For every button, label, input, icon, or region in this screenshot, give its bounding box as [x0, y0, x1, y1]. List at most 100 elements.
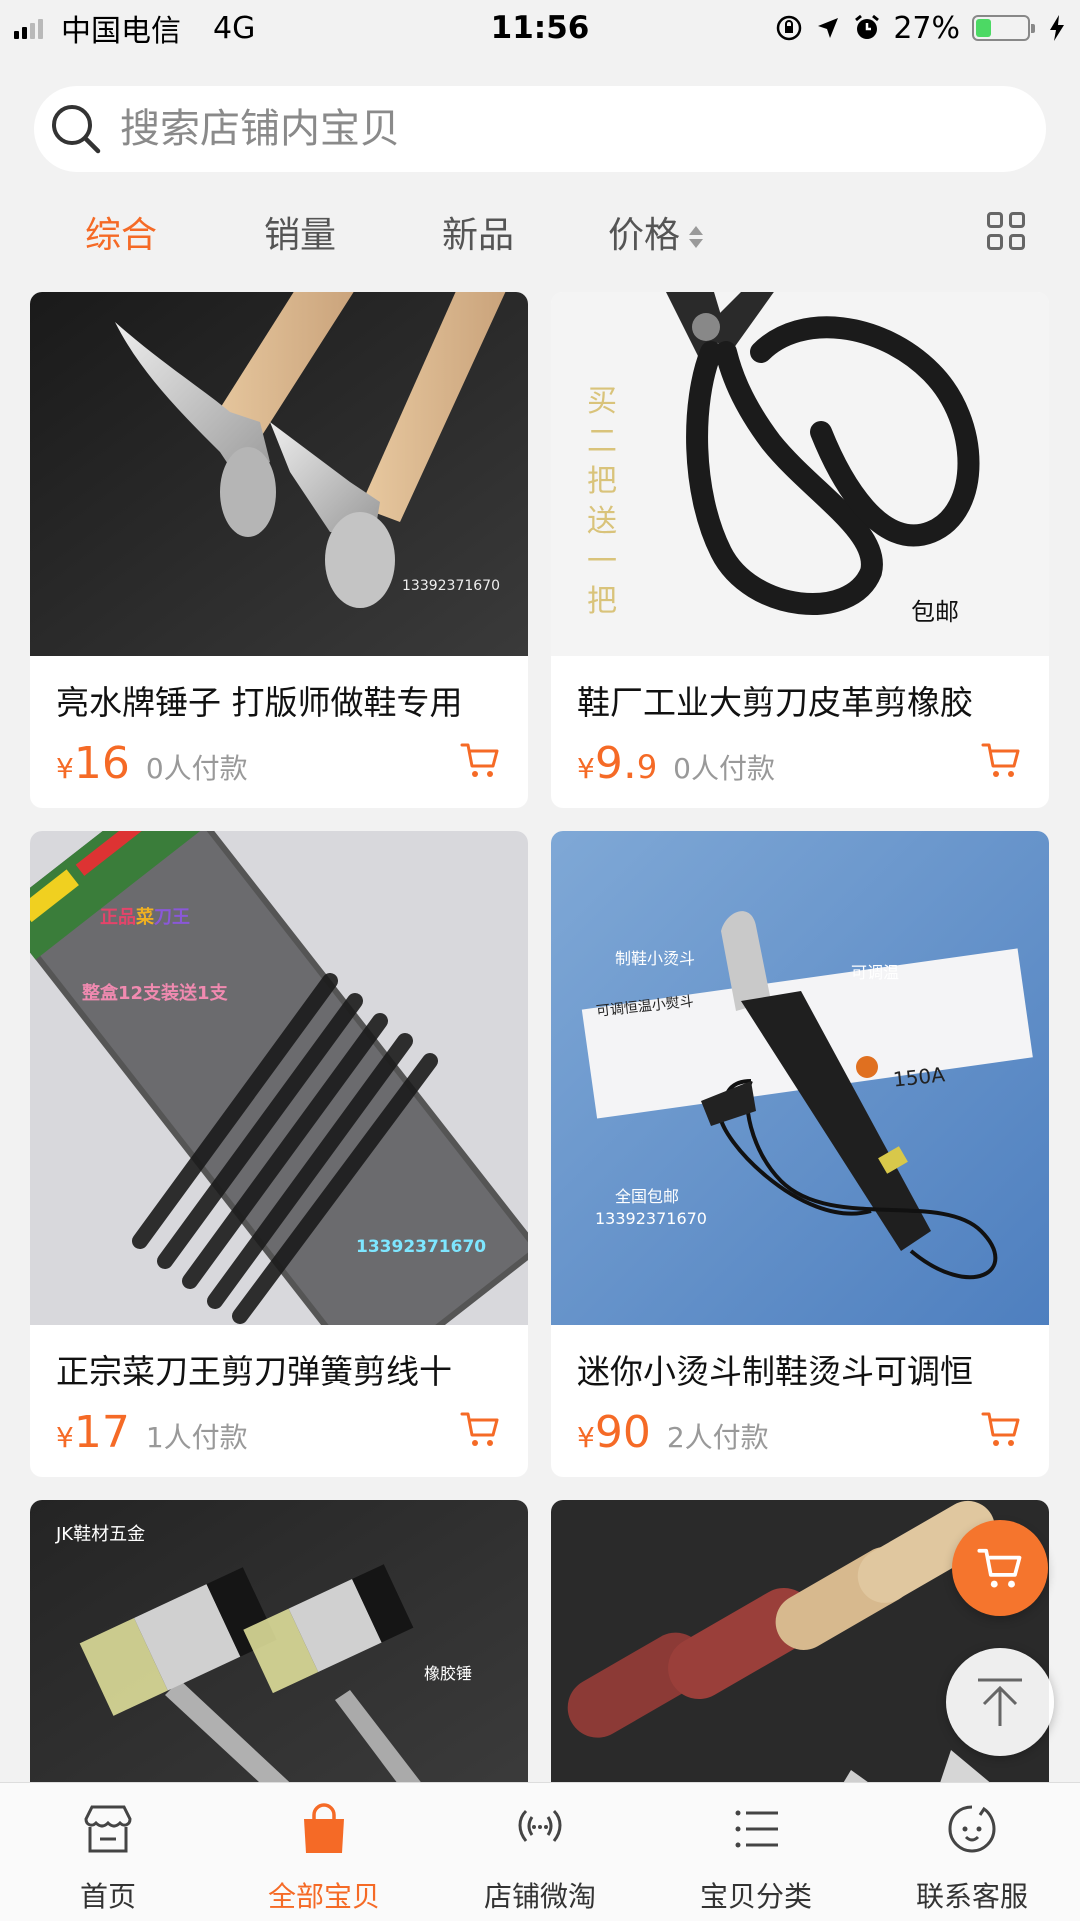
- tab-new[interactable]: 新品: [442, 206, 514, 258]
- network-type: 4G: [213, 10, 256, 46]
- image-caption: 整盒12支装送1支: [82, 983, 228, 1004]
- rotation-lock-icon: [777, 15, 802, 41]
- product-image[interactable]: JK鞋材五金 橡胶锤: [30, 1500, 528, 1782]
- image-caption: 全国包邮: [615, 1187, 680, 1206]
- sort-tabs: 综合 销量 新品 价格: [0, 196, 1080, 266]
- product-title[interactable]: 亮水牌锤子 打版师做鞋专用: [56, 676, 463, 724]
- price-row: ¥ 90 2人付款: [577, 1407, 769, 1458]
- promo-char: 把: [587, 464, 617, 499]
- caption-part: 刀王: [154, 907, 190, 928]
- product-image[interactable]: 买 二 把 送 一 把 包邮: [551, 292, 1049, 656]
- sort-arrows-icon: [688, 224, 704, 250]
- grid-layout-icon[interactable]: [987, 212, 1027, 252]
- status-bar: 中国电信 4G 11:56 27%: [0, 0, 1080, 56]
- promo-char: 一: [587, 544, 617, 579]
- shopping-bag-icon: [304, 1803, 344, 1853]
- currency-symbol: ¥: [56, 1421, 74, 1454]
- product-price: 9.9: [595, 738, 657, 789]
- image-caption: 制鞋小烫斗: [615, 949, 696, 968]
- product-card[interactable]: 正品菜刀王 整盒12支装送1支 13392371670 正宗菜刀王剪刀弹簧剪线十…: [30, 831, 528, 1477]
- price-integer: 17: [73, 1407, 130, 1458]
- bottom-tab-bar: 首页 全部宝贝 店铺微淘 宝贝分类 联系客服: [0, 1782, 1080, 1921]
- add-to-cart-icon[interactable]: [460, 740, 500, 780]
- store-icon: [84, 1805, 132, 1853]
- image-caption: 可调温: [851, 963, 900, 982]
- sold-count: 0人付款: [673, 752, 775, 785]
- product-image[interactable]: 正品菜刀王 整盒12支装送1支 13392371670: [30, 831, 528, 1325]
- price-integer: 9.: [594, 738, 637, 789]
- price-integer: 90: [594, 1407, 651, 1458]
- image-caption: 橡胶锤: [424, 1664, 473, 1683]
- tab-price-label: 价格: [608, 215, 681, 256]
- price-decimal: 9: [636, 748, 658, 786]
- product-grid: 13392371670 亮水牌锤子 打版师做鞋专用 ¥ 16 0人付款 买 二 …: [30, 292, 1050, 1782]
- image-caption: JK鞋材五金: [56, 1524, 146, 1545]
- product-card[interactable]: 买 二 把 送 一 把 包邮 鞋厂工业大剪刀皮革剪橡胶 ¥ 9.9 0人付款: [551, 292, 1049, 808]
- product-card[interactable]: JK鞋材五金 橡胶锤: [30, 1500, 528, 1782]
- product-title[interactable]: 迷你小烫斗制鞋烫斗可调恒: [577, 1345, 973, 1393]
- caption-part: 正品: [100, 907, 136, 928]
- price-row: ¥ 9.9 0人付款: [577, 738, 775, 789]
- price-integer: 16: [73, 738, 130, 789]
- product-title[interactable]: 正宗菜刀王剪刀弹簧剪线十: [56, 1345, 452, 1393]
- product-image[interactable]: 制鞋小烫斗 可调温 可调恒温小熨斗 150A 全国包邮 13392371670: [551, 831, 1049, 1325]
- tab-label: 联系客服: [915, 1880, 1028, 1913]
- tab-store-feed[interactable]: 店铺微淘: [432, 1783, 648, 1921]
- sold-count: 0人付款: [145, 752, 248, 785]
- carrier-name: 中国电信: [61, 14, 181, 49]
- tab-customer-service[interactable]: 联系客服: [864, 1783, 1080, 1921]
- tab-label: 店铺微淘: [483, 1880, 596, 1913]
- search-bar[interactable]: [34, 86, 1046, 172]
- product-card[interactable]: 13392371670 亮水牌锤子 打版师做鞋专用 ¥ 16 0人付款: [30, 292, 528, 808]
- chat-face-icon: [948, 1805, 996, 1853]
- sold-count: 1人付款: [145, 1421, 248, 1454]
- tab-comprehensive[interactable]: 综合: [85, 206, 157, 258]
- floating-cart-button[interactable]: [952, 1520, 1048, 1616]
- list-icon: [735, 1810, 778, 1848]
- tab-price[interactable]: 价格: [608, 206, 704, 258]
- image-caption: 13392371670: [356, 1237, 487, 1257]
- promo-char: 二: [587, 424, 617, 459]
- add-to-cart-icon[interactable]: [981, 740, 1021, 780]
- add-to-cart-icon[interactable]: [460, 1409, 500, 1449]
- promo-char: 送: [587, 504, 617, 539]
- currency-symbol: ¥: [56, 752, 74, 785]
- battery-icon: [972, 15, 1035, 41]
- tab-label: 全部宝贝: [267, 1880, 380, 1913]
- location-arrow-icon: [818, 18, 839, 38]
- price-row: ¥ 16 0人付款: [56, 738, 248, 789]
- image-caption: 13392371670: [402, 578, 500, 594]
- caption-part: 菜: [136, 907, 154, 928]
- signal-strength-icon: [14, 17, 43, 39]
- free-shipping-caption: 包邮: [911, 598, 959, 626]
- tab-home[interactable]: 首页: [0, 1783, 216, 1921]
- sold-count: 2人付款: [666, 1421, 769, 1454]
- search-icon: [52, 105, 101, 154]
- image-caption: 13392371670: [595, 1209, 707, 1228]
- charging-bolt-icon: [1050, 15, 1064, 41]
- arrow-up-icon: [978, 1678, 1022, 1726]
- tab-label: 首页: [79, 1880, 136, 1913]
- product-image[interactable]: 13392371670: [30, 292, 528, 656]
- cart-icon: [977, 1548, 1022, 1588]
- back-to-top-button[interactable]: [946, 1648, 1054, 1756]
- product-price: 17: [74, 1407, 130, 1458]
- product-price: 90: [595, 1407, 651, 1458]
- add-to-cart-icon[interactable]: [981, 1409, 1021, 1449]
- currency-symbol: ¥: [577, 1421, 595, 1454]
- currency-symbol: ¥: [577, 752, 595, 785]
- tab-categories[interactable]: 宝贝分类: [648, 1783, 864, 1921]
- tab-all-items[interactable]: 全部宝贝: [216, 1783, 432, 1921]
- tab-label: 宝贝分类: [699, 1880, 812, 1913]
- search-input[interactable]: [118, 105, 922, 153]
- tab-sales[interactable]: 销量: [264, 206, 336, 258]
- promo-char: 把: [587, 584, 617, 619]
- product-price: 16: [74, 738, 130, 789]
- product-title[interactable]: 鞋厂工业大剪刀皮革剪橡胶: [577, 676, 973, 724]
- promo-char: 买: [587, 384, 617, 419]
- broadcast-icon: [518, 1809, 562, 1842]
- image-caption: 正品菜刀王: [100, 903, 190, 929]
- promo-vertical-text: 买 二 把 送 一 把: [587, 382, 621, 622]
- product-card[interactable]: 制鞋小烫斗 可调温 可调恒温小熨斗 150A 全国包邮 13392371670 …: [551, 831, 1049, 1477]
- alarm-icon: [855, 14, 880, 39]
